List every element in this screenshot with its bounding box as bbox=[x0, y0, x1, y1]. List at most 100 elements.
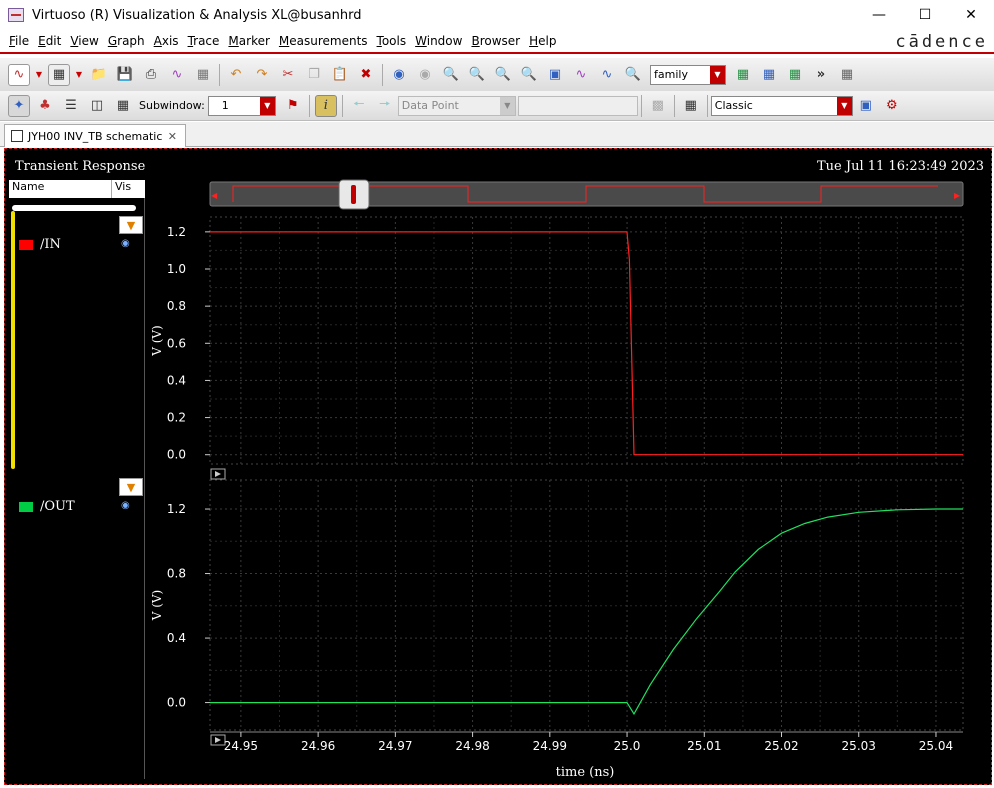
redo-icon[interactable]: ↷ bbox=[251, 64, 273, 86]
zoom-in-icon[interactable]: 🔍 bbox=[466, 64, 488, 86]
menu-view[interactable]: View bbox=[70, 34, 98, 48]
toolbar-overflow-icon[interactable]: » bbox=[810, 64, 832, 86]
new-window-icon[interactable]: ∿ bbox=[8, 63, 30, 86]
minimize-button[interactable]: — bbox=[856, 0, 902, 30]
waveform-plot[interactable]: ◀ ▶ 0.0 0.2 0.4 0.6 0.8 1.0 1.2 V (V) 0.0 0.4 0.8… bbox=[5, 149, 991, 784]
overview-strip[interactable]: ◀ ▶ bbox=[209, 179, 964, 210]
y-tick-label: 0.0 bbox=[167, 696, 186, 710]
y-tick-label: 0.8 bbox=[167, 299, 186, 313]
menu-file[interactable]: File bbox=[9, 34, 29, 48]
chevron-down-icon: ▼ bbox=[710, 65, 725, 84]
family-overlay-icon[interactable]: ▦ bbox=[784, 64, 806, 86]
menu-tools[interactable]: Tools bbox=[377, 34, 407, 48]
maximize-button[interactable]: ☐ bbox=[902, 0, 948, 30]
histogram-icon[interactable]: ▩ bbox=[647, 95, 669, 117]
family-combo[interactable]: family ▼ bbox=[650, 64, 726, 85]
app-icon bbox=[8, 8, 24, 22]
family-strip-icon[interactable]: ▦ bbox=[732, 64, 754, 86]
separator bbox=[640, 94, 642, 117]
separator bbox=[341, 94, 343, 117]
cut-icon[interactable]: ✂ bbox=[277, 64, 299, 86]
vertical-split-icon[interactable]: ◫ bbox=[86, 95, 108, 117]
window-title: Virtuoso (R) Visualization & Analysis XL… bbox=[32, 7, 362, 23]
magic-wand-icon[interactable]: ✦ bbox=[8, 94, 30, 117]
y-axis-label: V (V) bbox=[150, 325, 164, 357]
subwindow-label: Subwindow: bbox=[139, 99, 205, 112]
zoom-box-icon[interactable]: ▣ bbox=[544, 64, 566, 86]
menu-window[interactable]: Window bbox=[415, 34, 462, 48]
family-stack-icon[interactable]: ▦ bbox=[758, 64, 780, 86]
pan-x-icon[interactable]: ∿ bbox=[570, 64, 592, 86]
menu-graph[interactable]: Graph bbox=[108, 34, 145, 48]
separator bbox=[673, 94, 675, 117]
pan-y-icon[interactable]: ∿ bbox=[596, 64, 618, 86]
subwindow-out[interactable]: 0.0 0.4 0.8 1.2 V (V) 24.95 24.96 24.97 24.98 24.… bbox=[150, 479, 964, 753]
menu-help[interactable]: Help bbox=[529, 34, 556, 48]
tab-label: JYH00 INV_TB schematic bbox=[28, 129, 163, 143]
subwindow-value: 1 bbox=[221, 99, 229, 112]
grid-layout-icon[interactable]: ▦ bbox=[112, 95, 134, 117]
family-combo-value: family bbox=[654, 68, 688, 81]
y-tick-label: 0.2 bbox=[167, 411, 186, 425]
new-subwindow-icon[interactable]: ▦ bbox=[48, 63, 70, 86]
settings-icon[interactable]: ⚙ bbox=[881, 95, 903, 117]
y-tick-label: 1.0 bbox=[167, 262, 186, 276]
overview-left-arrow[interactable]: ◀ bbox=[211, 191, 218, 200]
arrow-right-icon[interactable]: 🠖 bbox=[374, 95, 396, 117]
close-icon[interactable]: ✕ bbox=[168, 130, 177, 143]
print-preview-icon[interactable]: ∿ bbox=[166, 64, 188, 86]
menu-trace[interactable]: Trace bbox=[188, 34, 220, 48]
main-toolbar: ∿ ▼ ▦ ▼ 📁 💾 ⎙ ∿ ▦ ↶ ↷ ✂ ❐ 📋 ✖ ◉ ◉ 🔍 🔍 🔍 … bbox=[0, 58, 994, 92]
undo-icon[interactable]: ↶ bbox=[225, 64, 247, 86]
y-tick-label: 0.4 bbox=[167, 373, 186, 387]
dropdown-arrow-icon[interactable]: ▼ bbox=[34, 64, 44, 86]
menu-axis[interactable]: Axis bbox=[154, 34, 179, 48]
zoom-fit-icon[interactable]: ◉ bbox=[414, 64, 436, 86]
open-folder-icon[interactable]: 📁 bbox=[88, 64, 110, 86]
save-icon[interactable]: 💾 bbox=[114, 64, 136, 86]
x-tick-label: 25.01 bbox=[687, 739, 721, 753]
calculator-icon[interactable]: ▦ bbox=[680, 95, 702, 117]
magnifier-icon[interactable]: 🔍 bbox=[622, 64, 644, 86]
copy-icon[interactable]: ❐ bbox=[303, 64, 325, 86]
menu-browser[interactable]: Browser bbox=[471, 34, 520, 48]
overview-right-arrow[interactable]: ▶ bbox=[954, 191, 961, 200]
tab-schematic[interactable]: JYH00 INV_TB schematic ✕ bbox=[4, 124, 186, 147]
info-icon[interactable]: i bbox=[314, 94, 337, 117]
zoom-icon[interactable]: 🔍 bbox=[440, 64, 462, 86]
fit-icon[interactable]: ◉ bbox=[388, 64, 410, 86]
x-tick-label: 24.96 bbox=[301, 739, 335, 753]
paste-icon[interactable]: 📋 bbox=[329, 64, 351, 86]
plot-frame bbox=[209, 216, 964, 465]
close-button[interactable]: ✕ bbox=[948, 0, 994, 30]
menu-edit[interactable]: Edit bbox=[38, 34, 61, 48]
zoom-out-icon[interactable]: 🔍 bbox=[492, 64, 514, 86]
print-icon[interactable]: ⎙ bbox=[140, 64, 162, 86]
waveform-out bbox=[210, 508, 963, 716]
x-tick-label: 25.04 bbox=[919, 739, 953, 753]
zoom-x-icon[interactable]: 🔍 bbox=[518, 64, 540, 86]
horizontal-split-icon[interactable]: ☰ bbox=[60, 95, 82, 117]
y-tick-label: 0.6 bbox=[167, 336, 186, 350]
style-combo[interactable]: Classic ▼ bbox=[710, 95, 853, 116]
export-image-icon[interactable]: ▦ bbox=[192, 64, 214, 86]
flag-icon[interactable]: ⚑ bbox=[282, 95, 304, 117]
arrow-left-icon[interactable]: 🠔 bbox=[348, 95, 370, 117]
y-tick-label: 1.2 bbox=[167, 502, 186, 516]
datapoint-value-field[interactable] bbox=[517, 95, 638, 116]
datapoint-combo[interactable]: Data Point ▼ bbox=[397, 95, 516, 116]
subwindow-combo[interactable]: 1 ▼ bbox=[207, 95, 276, 116]
subwindow-in[interactable]: 0.0 0.2 0.4 0.6 0.8 1.0 1.2 V (V) bbox=[150, 216, 964, 480]
x-tick-label: 25.0 bbox=[614, 739, 641, 753]
delete-icon[interactable]: ✖ bbox=[355, 64, 377, 86]
cards-icon[interactable]: ♣ bbox=[34, 95, 56, 117]
menu-marker[interactable]: Marker bbox=[228, 34, 269, 48]
windows-icon[interactable]: ▣ bbox=[855, 95, 877, 117]
x-tick-label: 24.95 bbox=[224, 739, 258, 753]
cadence-logo: cādence bbox=[895, 32, 988, 52]
chevron-down-icon: ▼ bbox=[259, 96, 275, 115]
separator bbox=[382, 63, 383, 86]
dropdown-arrow-icon[interactable]: ▼ bbox=[74, 64, 84, 86]
grid-icon[interactable]: ▦ bbox=[836, 64, 858, 86]
menu-measurements[interactable]: Measurements bbox=[279, 34, 368, 48]
